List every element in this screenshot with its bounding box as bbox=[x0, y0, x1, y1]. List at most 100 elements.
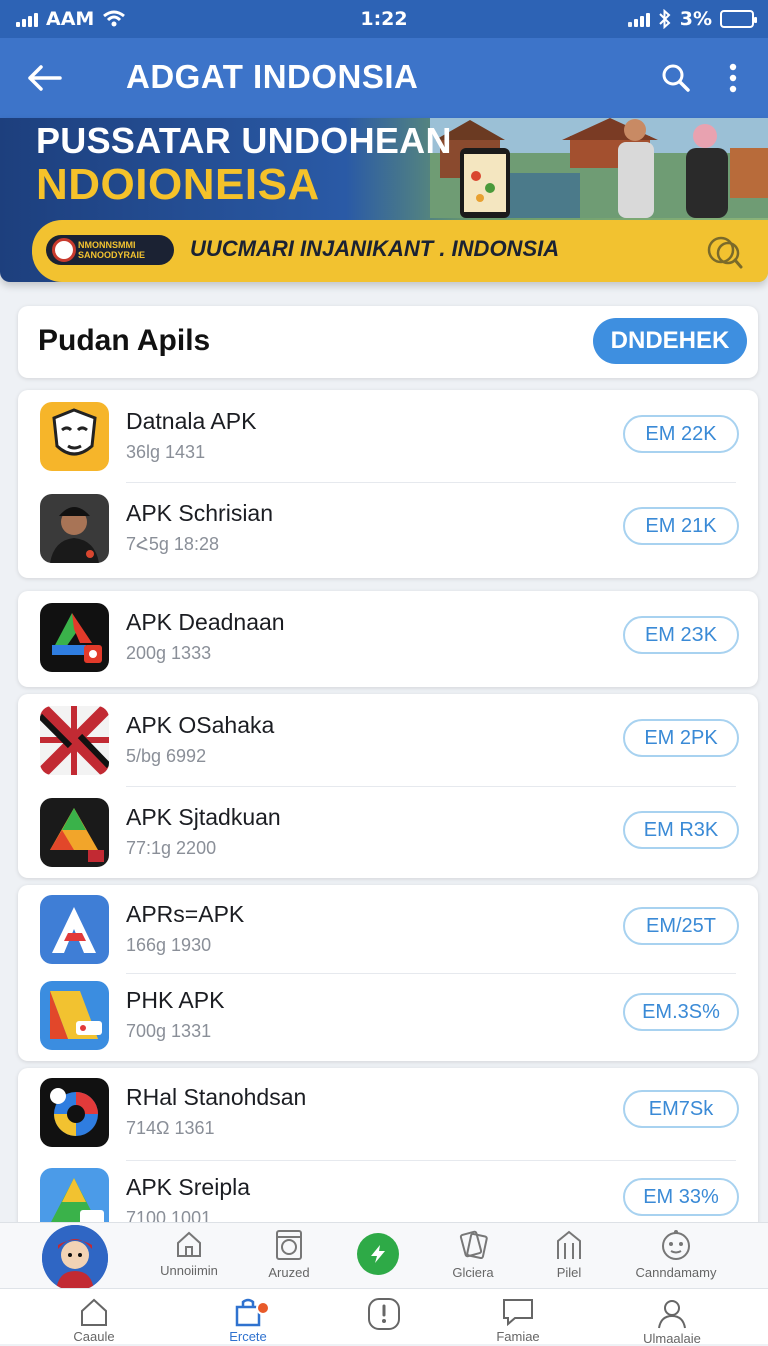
app-meta: 166g 1930 bbox=[126, 935, 212, 955]
app-name: RHal Stanohdsan bbox=[126, 1084, 307, 1110]
banner-subheadline: NDOIONEISA bbox=[36, 160, 320, 209]
nav-item-store[interactable]: Ercete bbox=[188, 1297, 308, 1344]
dock-item[interactable]: Unnoiimin bbox=[134, 1229, 244, 1278]
nav-label: Caaule bbox=[73, 1329, 115, 1344]
app-row[interactable]: APRs=APK 166g 1930 EM/25T bbox=[18, 885, 758, 973]
dock-item[interactable]: Glciera bbox=[418, 1229, 528, 1280]
home-outline-icon bbox=[177, 1231, 201, 1257]
bluetooth-icon bbox=[659, 9, 671, 29]
promo-banner[interactable]: PUSSATAR UNDOHEAN NDOIONEISA NMONNSMMI S… bbox=[0, 118, 768, 282]
back-arrow-icon[interactable] bbox=[22, 58, 66, 98]
colorful-arrow-icon bbox=[40, 603, 109, 672]
ball-logo-icon bbox=[52, 238, 76, 262]
download-button[interactable]: EM7Sk bbox=[623, 1090, 739, 1128]
washer-icon bbox=[276, 1230, 302, 1260]
dock-label: Unnoiimin bbox=[160, 1263, 218, 1278]
download-button[interactable]: EM R3K bbox=[623, 811, 739, 849]
banner-logo: NMONNSMMI SANOODYRAIE bbox=[46, 235, 174, 265]
nav-label: Ercete bbox=[229, 1329, 267, 1344]
app-name: APK Sreipla bbox=[126, 1174, 251, 1200]
section-header: Pudan Apils DNDEHEK bbox=[18, 306, 758, 378]
dock-item[interactable]: Aruzed bbox=[234, 1229, 344, 1280]
chat-icon bbox=[503, 1299, 533, 1327]
app-row[interactable]: Datnala APK 36lg 1431 EM 22K bbox=[18, 390, 758, 482]
download-button[interactable]: EM 2ЗK bbox=[623, 616, 739, 654]
banner-photo bbox=[430, 118, 768, 218]
dock-item[interactable]: Canndamamy bbox=[621, 1229, 731, 1280]
profile-icon bbox=[658, 1300, 686, 1329]
download-button[interactable]: EM 2PK bbox=[623, 719, 739, 757]
flag-icon bbox=[40, 706, 109, 775]
app-meta: 700g 1331 bbox=[126, 1021, 212, 1041]
dock-label: Canndamamy bbox=[635, 1265, 717, 1280]
app-row[interactable]: RHal Stanohdsan 714Ω 1361 EM7Sk bbox=[18, 1068, 758, 1160]
dock-label: Aruzed bbox=[268, 1265, 310, 1280]
dock-label: Glciera bbox=[452, 1265, 494, 1280]
download-button[interactable]: EM/25T bbox=[623, 907, 739, 945]
nav-item-home[interactable]: Caaule bbox=[34, 1297, 154, 1344]
nav-label: Famiae bbox=[496, 1329, 540, 1344]
logo-text-1: NMONNSMMI bbox=[78, 240, 136, 250]
banner-tagline: UUCMARI INJANIKANT . INDONSIA bbox=[190, 236, 560, 261]
logo-text-2: SANOODYRAIE bbox=[78, 250, 146, 260]
letter-a-icon bbox=[40, 895, 109, 964]
app-name: Datnala APK bbox=[126, 408, 257, 434]
app-name: APRs=APK bbox=[126, 901, 245, 927]
avatar[interactable] bbox=[42, 1225, 108, 1291]
app-meta: 77:1g 2200 bbox=[126, 838, 217, 858]
face-icon bbox=[662, 1230, 690, 1260]
triangle-logo-icon bbox=[40, 798, 109, 867]
nav-item-profile[interactable]: Ulmaalaie bbox=[612, 1297, 732, 1346]
page-title: ADGAT INDONSIA bbox=[126, 58, 419, 95]
app-group: APRs=APK 166g 1930 EM/25T PHK APK 700g 1… bbox=[18, 885, 758, 1061]
status-bar: AAM 1:22 3% bbox=[0, 0, 768, 38]
download-button[interactable]: EM 21K bbox=[623, 507, 739, 545]
app-group: Datnala APK 36lg 1431 EM 22K APK Schrisi… bbox=[18, 390, 758, 578]
download-button[interactable]: EM 33% bbox=[623, 1178, 739, 1216]
mask-icon bbox=[40, 402, 109, 471]
app-name: APK Deadnaan bbox=[126, 609, 285, 635]
app-row[interactable]: APK Deadnaan 200g 1333 EM 2ЗK bbox=[18, 591, 758, 683]
app-row[interactable]: PHK APK 700g 1331 EM.3S% bbox=[18, 973, 758, 1061]
app-meta: 5/bg 6992 bbox=[126, 746, 207, 766]
app-meta: 7Հ5g 18:28 bbox=[126, 534, 219, 554]
shortcut-dock: Unnoiimin Aruzed Glciera Pilel Canndamam… bbox=[0, 1222, 768, 1291]
download-button[interactable]: EM 22K bbox=[623, 415, 739, 453]
app-meta: 36lg 1431 bbox=[126, 442, 206, 462]
banner-strip: NMONNSMMI SANOODYRAIE UUCMARI INJANIKANT… bbox=[32, 220, 768, 282]
ring-logo-icon bbox=[40, 1078, 109, 1147]
chat-search-icon[interactable] bbox=[704, 232, 744, 272]
battery-icon bbox=[720, 10, 757, 28]
person-photo-icon bbox=[40, 494, 109, 563]
app-group: APK OSahaka 5/bg 6992 EM 2PK APK Sjtadku… bbox=[18, 694, 758, 878]
colorful-tile-icon bbox=[40, 981, 109, 1050]
section-title: Pudan Apils bbox=[38, 324, 211, 357]
nav-item-info[interactable] bbox=[324, 1297, 444, 1333]
app-group: RHal Stanohdsan 714Ω 1361 EM7Sk APK Srei… bbox=[18, 1068, 758, 1238]
info-icon bbox=[368, 1298, 400, 1330]
app-name: APK OSahaka bbox=[126, 712, 275, 738]
section-action-button[interactable]: DNDEHEK bbox=[593, 318, 747, 364]
app-row[interactable]: APK OSahaka 5/bg 6992 EM 2PK bbox=[18, 694, 758, 786]
nav-item-messages[interactable]: Famiae bbox=[458, 1297, 578, 1344]
app-row[interactable]: APK Sjtadkuan 77:1g 2200 EM R3K bbox=[18, 786, 758, 878]
cards-icon bbox=[459, 1230, 488, 1260]
dock-label: Pilel bbox=[556, 1265, 582, 1280]
banner-headline: PUSSATAR UNDOHEAN bbox=[36, 120, 452, 161]
app-meta: 714Ω 1361 bbox=[126, 1118, 215, 1138]
lightning-icon[interactable] bbox=[357, 1233, 399, 1275]
bottom-navigation: Caaule Ercete Famiae Ulmaalaie bbox=[0, 1288, 768, 1346]
app-group: APK Deadnaan 200g 1333 EM 2ЗK bbox=[18, 591, 758, 687]
cell-signal-icon bbox=[627, 11, 650, 27]
notification-dot bbox=[256, 1301, 270, 1315]
app-name: PHK APK bbox=[126, 987, 225, 1013]
dock-item[interactable]: Pilel bbox=[514, 1229, 624, 1280]
download-button[interactable]: EM.3S% bbox=[623, 993, 739, 1031]
search-icon[interactable] bbox=[656, 58, 696, 98]
app-bar: ADGAT INDONSIA bbox=[0, 38, 768, 118]
app-name: APK Schrisian bbox=[126, 500, 274, 526]
app-row[interactable]: APK Schrisian 7Հ5g 18:28 EM 21K bbox=[18, 482, 758, 574]
battery-percent: 3% bbox=[679, 8, 712, 30]
app-name: APK Sjtadkuan bbox=[126, 804, 281, 830]
more-vertical-icon[interactable] bbox=[716, 58, 750, 98]
